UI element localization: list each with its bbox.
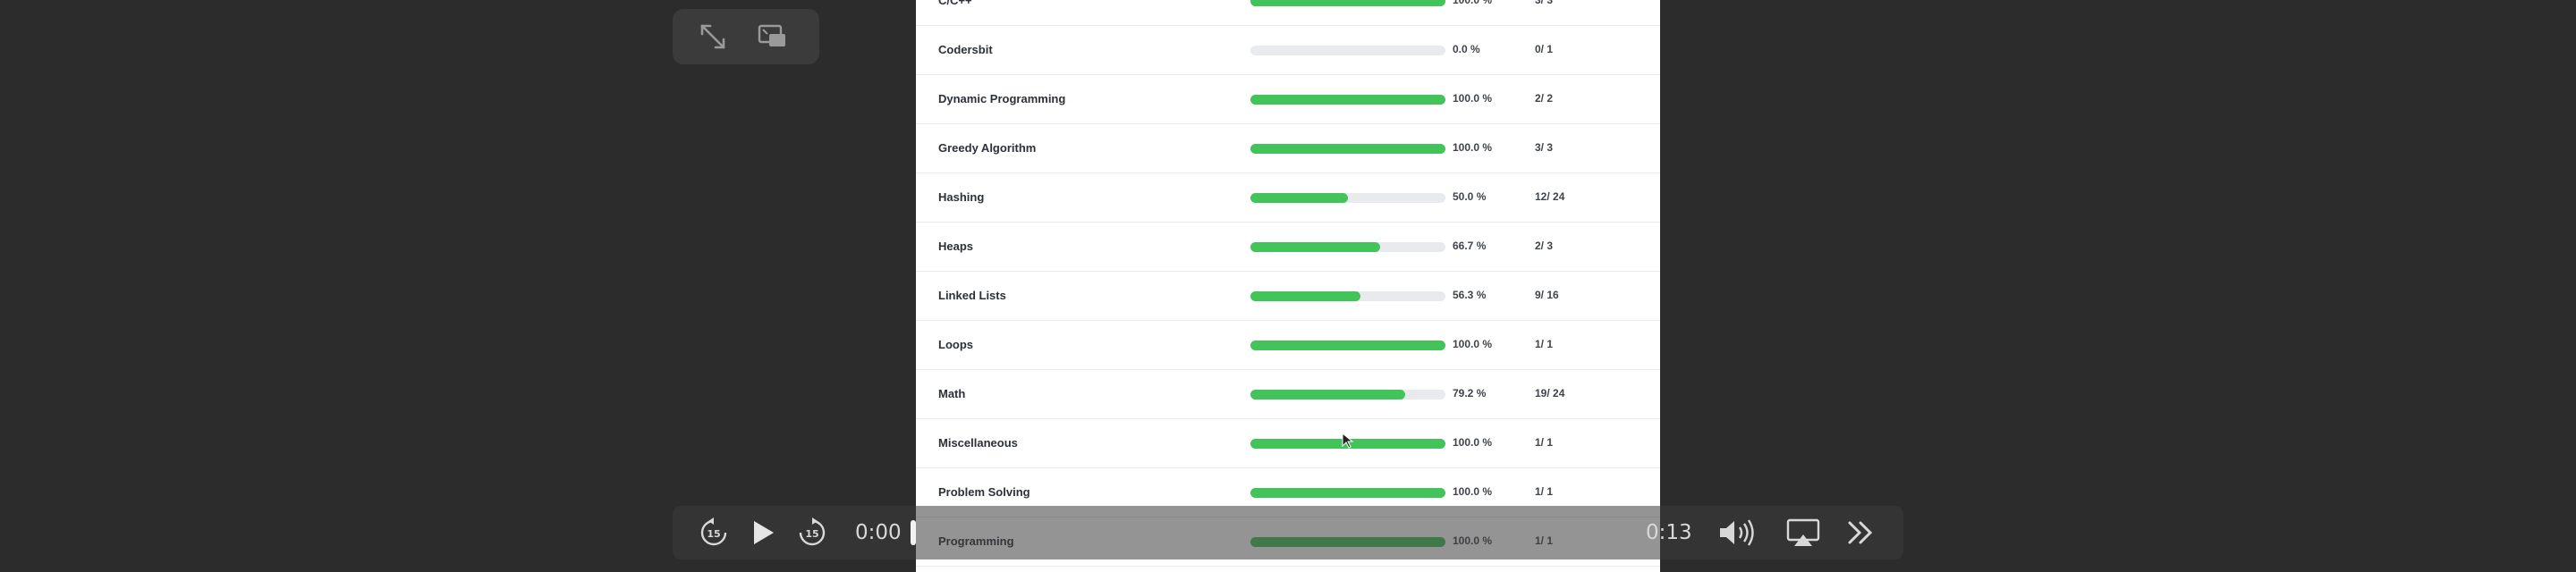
progress-percent: 100.0 % [1453, 92, 1493, 105]
solved-count: 3/ 3 [1535, 0, 1554, 6]
remaining-time: 0:13 [1646, 521, 1692, 544]
topic-row: Math 79.2 % 19/ 24 [916, 369, 1660, 419]
progress-track [1250, 46, 1445, 55]
skip-back-15-icon[interactable]: 15 [698, 517, 730, 549]
topic-progress-panel: C/C++ 100.0 % 3/ 3 Codersbit 0.0 % 0/ 1 Dynami… [916, 0, 1660, 572]
topic-row: Codersbit 0.0 % 0/ 1 [916, 25, 1660, 75]
topic-row: Loops 100.0 % 1/ 1 [916, 320, 1660, 370]
pip-controls [673, 9, 819, 64]
progress-fill [1250, 390, 1405, 400]
progress-percent: 100.0 % [1453, 141, 1493, 154]
topic-row: Dynamic Programming 100.0 % 2/ 2 [916, 74, 1660, 124]
progress-track [1250, 95, 1445, 105]
solved-count: 2/ 2 [1535, 92, 1554, 105]
progress-track [1250, 390, 1445, 400]
progress-fill [1250, 144, 1445, 154]
picture-in-picture-icon[interactable] [757, 21, 787, 52]
progress-fill [1250, 341, 1445, 350]
mouse-pointer-icon [1342, 433, 1354, 449]
progress-fill [1250, 291, 1360, 301]
elapsed-time: 0:00 [855, 521, 902, 544]
expand-icon[interactable] [698, 21, 728, 52]
skip-back-label: 15 [707, 528, 720, 540]
topic-row: Hashing 50.0 % 12/ 24 [916, 172, 1660, 223]
topic-row: Heaps 66.7 % 2/ 3 [916, 222, 1660, 272]
progress-fill [1250, 488, 1445, 498]
progress-fill [1250, 242, 1380, 252]
airplay-icon[interactable] [1785, 517, 1821, 549]
topic-name: Loops [938, 338, 973, 351]
solved-count: 1/ 1 [1535, 436, 1554, 449]
progress-percent: 66.7 % [1453, 240, 1487, 252]
progress-percent: 100.0 % [1453, 338, 1493, 350]
play-icon[interactable] [746, 517, 778, 549]
topic-name: Heaps [938, 240, 974, 253]
solved-count: 3/ 3 [1535, 141, 1554, 154]
progress-percent: 50.0 % [1453, 190, 1487, 203]
progress-track [1250, 0, 1445, 6]
progress-percent: 100.0 % [1453, 0, 1493, 6]
topic-name: Dynamic Programming [938, 92, 1066, 105]
topic-name: Greedy Algorithm [938, 141, 1037, 155]
topic-name: Math [938, 387, 966, 400]
topic-name: C/C++ [938, 0, 972, 7]
progress-track [1250, 242, 1445, 252]
topic-row: Greedy Algorithm 100.0 % 3/ 3 [916, 123, 1660, 173]
fast-forward-icon[interactable] [1844, 517, 1877, 549]
progress-track [1250, 488, 1445, 498]
volume-icon[interactable] [1717, 517, 1758, 549]
solved-count: 19/ 24 [1535, 387, 1565, 400]
solved-count: 12/ 24 [1535, 190, 1565, 203]
solved-count: 0/ 1 [1535, 43, 1554, 55]
progress-percent: 100.0 % [1453, 436, 1493, 449]
topic-name: Codersbit [938, 43, 993, 56]
topic-row: C/C++ 100.0 % 3/ 3 [916, 0, 1660, 26]
progress-fill [1250, 193, 1348, 203]
solved-count: 2/ 3 [1535, 240, 1554, 252]
progress-percent: 79.2 % [1453, 387, 1487, 400]
progress-track [1250, 144, 1445, 154]
skip-forward-15-icon[interactable]: 15 [796, 517, 828, 549]
progress-track [1250, 291, 1445, 301]
topic-name: Linked Lists [938, 289, 1006, 302]
topic-name: Miscellaneous [938, 436, 1018, 450]
topic-row: Linked Lists 56.3 % 9/ 16 [916, 271, 1660, 321]
progress-fill [1250, 0, 1445, 6]
progress-fill [1250, 95, 1445, 105]
scrubber-handle[interactable] [911, 520, 916, 545]
solved-count: 9/ 16 [1535, 289, 1559, 301]
skip-forward-label: 15 [805, 528, 818, 540]
topic-name: Hashing [938, 190, 985, 204]
progress-percent: 0.0 % [1453, 43, 1480, 55]
playback-controls: 15 15 0:00 0:13 [673, 506, 1903, 559]
progress-percent: 56.3 % [1453, 289, 1487, 301]
solved-count: 1/ 1 [1535, 338, 1554, 350]
topic-row: Miscellaneous 100.0 % 1/ 1 [916, 418, 1660, 468]
progress-track [1250, 193, 1445, 203]
progress-track [1250, 341, 1445, 350]
